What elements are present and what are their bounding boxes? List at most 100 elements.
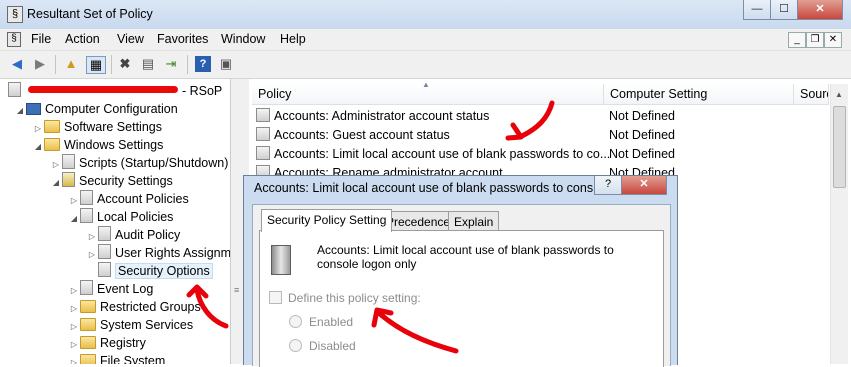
show-hide-tree-icon[interactable]: ▦ bbox=[86, 56, 106, 74]
define-policy-checkbox[interactable]: Define this policy setting: bbox=[269, 291, 421, 305]
close-button[interactable]: ✕ bbox=[797, 0, 843, 20]
collapse-arrow-icon[interactable]: ◢ bbox=[32, 138, 44, 156]
tree-item-windows-settings[interactable]: ◢ Windows Settings bbox=[32, 136, 163, 154]
tree-root-suffix: - RSoP bbox=[181, 84, 223, 98]
expand-arrow-icon[interactable]: ▷ bbox=[68, 354, 80, 364]
policy-setting-icon bbox=[256, 108, 270, 122]
tree-item-restricted-groups[interactable]: ▷ Restricted Groups bbox=[68, 298, 201, 316]
menu-action[interactable]: Action bbox=[65, 32, 100, 46]
vertical-scrollbar[interactable]: ▲ bbox=[830, 84, 848, 364]
minimize-button[interactable]: — bbox=[743, 0, 771, 20]
menu-file[interactable]: File bbox=[31, 32, 51, 46]
tree-item-event-log[interactable]: ▷ Event Log bbox=[68, 280, 153, 298]
scrollbar-thumb[interactable] bbox=[833, 106, 846, 188]
tree-item-audit-policy[interactable]: ▷ Audit Policy bbox=[86, 226, 180, 244]
policy-icon bbox=[80, 208, 93, 223]
dialog-body: Security Policy Setting Precedence Expla… bbox=[252, 204, 671, 367]
collapse-arrow-icon[interactable]: ◢ bbox=[14, 102, 26, 120]
scroll-up-icon[interactable]: ▲ bbox=[835, 90, 843, 99]
tree-item-security-settings[interactable]: ◢ Security Settings bbox=[50, 172, 173, 190]
dialog-title: Accounts: Limit local account use of bla… bbox=[254, 181, 604, 195]
tree-item-file-system[interactable]: ▷ File System bbox=[68, 352, 165, 364]
folder-icon bbox=[44, 120, 60, 133]
toolbar-separator bbox=[111, 55, 112, 74]
policy-icon bbox=[80, 190, 93, 205]
menu-help[interactable]: Help bbox=[280, 32, 306, 46]
forward-icon[interactable]: ▶ bbox=[32, 56, 48, 72]
computer-icon bbox=[26, 103, 41, 115]
folder-lock-icon bbox=[80, 300, 96, 313]
back-icon[interactable]: ◀ bbox=[9, 56, 25, 72]
title-bar: § Resultant Set of Policy — ☐ ✕ bbox=[0, 0, 851, 30]
mmc-icon: § bbox=[7, 32, 21, 47]
radio-circle bbox=[289, 339, 302, 352]
script-icon bbox=[62, 154, 75, 169]
policy-setting-icon bbox=[256, 146, 270, 160]
policy-icon bbox=[98, 226, 111, 241]
mdi-minimize-button[interactable]: _ bbox=[788, 32, 806, 48]
list-cell-setting: Not Defined bbox=[609, 147, 676, 161]
tree-item-security-options[interactable]: Security Options bbox=[86, 262, 213, 280]
list-row[interactable]: Accounts: Guest account status bbox=[256, 126, 450, 145]
tree-item-computer-configuration[interactable]: ◢ Computer Configuration bbox=[14, 100, 178, 118]
window-title: Resultant Set of Policy bbox=[27, 7, 153, 21]
tree-root[interactable]: - RSoP bbox=[8, 82, 222, 100]
toolbar-separator bbox=[55, 55, 56, 74]
redacted-root-name bbox=[28, 86, 179, 93]
folder-lock-icon bbox=[80, 318, 96, 331]
list-row[interactable]: Accounts: Limit local account use of bla… bbox=[256, 145, 610, 164]
console-tree: - RSoP ◢ Computer Configuration ▷ Software… bbox=[0, 79, 231, 364]
dialog-help-button[interactable]: ? bbox=[594, 176, 622, 195]
sort-arrow-icon: ▲ bbox=[422, 80, 430, 89]
policy-description: Accounts: Limit local account use of bla… bbox=[317, 243, 614, 271]
up-folder-icon[interactable]: ▲ bbox=[63, 56, 79, 72]
disabled-radio[interactable]: Disabled bbox=[289, 339, 356, 353]
column-header-source[interactable]: Sourc bbox=[794, 84, 829, 105]
tree-item-registry[interactable]: ▷ Registry bbox=[68, 334, 146, 352]
tree-item-scripts[interactable]: ▷ Scripts (Startup/Shutdown) bbox=[50, 154, 228, 172]
dialog-close-button[interactable]: ✕ bbox=[621, 176, 667, 195]
tab-panel: Accounts: Limit local account use of bla… bbox=[259, 230, 664, 367]
menu-favorites[interactable]: Favorites bbox=[157, 32, 208, 46]
tab-explain[interactable]: Explain bbox=[448, 211, 500, 232]
tree-item-user-rights[interactable]: ▷ User Rights Assignm bbox=[86, 244, 230, 262]
export-list-icon[interactable]: ⇥ bbox=[163, 56, 179, 72]
tree-item-software-settings[interactable]: ▷ Software Settings bbox=[32, 118, 162, 136]
delete-icon[interactable]: ✖ bbox=[117, 56, 133, 72]
folder-icon bbox=[44, 138, 60, 151]
menu-view[interactable]: View bbox=[117, 32, 144, 46]
menu-window[interactable]: Window bbox=[221, 32, 265, 46]
maximize-button[interactable]: ☐ bbox=[770, 0, 798, 20]
selected-label: Security Options bbox=[115, 263, 213, 279]
security-icon bbox=[62, 172, 75, 187]
policy-setting-icon bbox=[256, 127, 270, 141]
column-header-computer-setting[interactable]: Computer Setting bbox=[604, 84, 794, 105]
help-icon[interactable]: ? bbox=[195, 56, 211, 72]
list-row[interactable]: Accounts: Administrator account status bbox=[256, 107, 489, 126]
menu-bar: § File Action View Favorites Window Help… bbox=[0, 29, 851, 51]
list-cell-setting: Not Defined bbox=[609, 128, 676, 142]
toolbar-separator bbox=[187, 55, 188, 74]
folder-lock-icon bbox=[80, 336, 96, 349]
properties-icon[interactable]: ▤ bbox=[140, 56, 156, 72]
tab-security-policy-setting[interactable]: Security Policy Setting bbox=[261, 209, 393, 232]
mdi-close-button[interactable]: ✕ bbox=[824, 32, 842, 48]
policy-properties-dialog: Accounts: Limit local account use of bla… bbox=[243, 175, 678, 367]
tree-item-system-services[interactable]: ▷ System Services bbox=[68, 316, 193, 334]
splitter-grip-icon: ≡ bbox=[234, 285, 240, 295]
app-icon: § bbox=[7, 6, 23, 23]
server-icon bbox=[271, 245, 291, 275]
collapse-arrow-icon[interactable]: ◢ bbox=[68, 210, 80, 228]
collapse-arrow-icon[interactable]: ◢ bbox=[50, 174, 62, 192]
enabled-radio[interactable]: Enabled bbox=[289, 315, 353, 329]
list-cell-setting: Not Defined bbox=[609, 109, 676, 123]
rsop-root-icon bbox=[8, 82, 21, 97]
policy-icon bbox=[80, 280, 93, 295]
radio-circle bbox=[289, 315, 302, 328]
mdi-restore-button[interactable]: ❐ bbox=[806, 32, 824, 48]
policy-icon bbox=[98, 262, 111, 277]
tree-item-account-policies[interactable]: ▷ Account Policies bbox=[68, 190, 189, 208]
action-pane-icon[interactable]: ▣ bbox=[218, 56, 234, 72]
policy-icon bbox=[98, 244, 111, 259]
tree-item-local-policies[interactable]: ◢ Local Policies bbox=[68, 208, 173, 226]
